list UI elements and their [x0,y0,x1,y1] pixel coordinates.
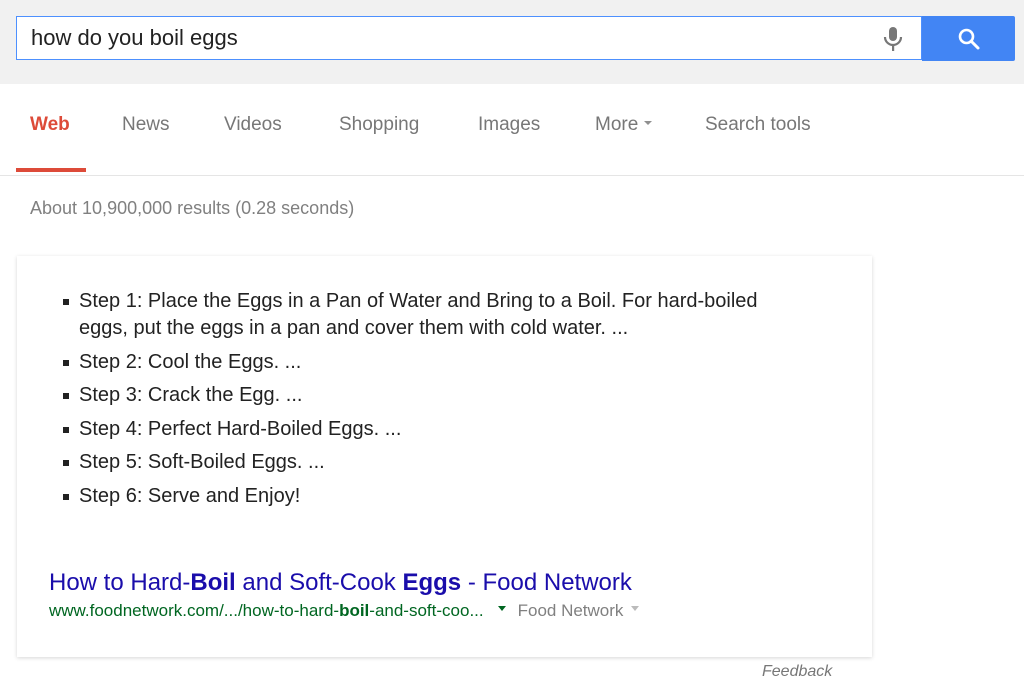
bullet-icon [63,426,69,433]
title-part: How to Hard- [49,569,191,596]
result-url: www.foodnetwork.com/.../how-to-hard-boil… [49,601,640,621]
url-part: www.foodnetwork.com/.../how-to-hard- [49,601,340,620]
chevron-down-icon [644,120,653,125]
bullet-icon [63,299,69,305]
magnifier-icon [958,28,980,50]
url-part-bold: boil [339,601,370,620]
source-options-caret-icon[interactable] [631,606,640,612]
bullet-icon [63,460,69,466]
list-item: Step 5: Soft-Boiled Eggs. ... [63,449,799,476]
list-item: Step 4: Perfect Hard-Boiled Eggs. ... [63,416,799,443]
tab-web[interactable]: Web [30,114,70,136]
tab-images[interactable]: Images [478,114,540,136]
title-part-bold: Boil [190,569,236,596]
feedback-link[interactable]: Feedback [762,663,832,681]
list-item: Step 1: Place the Eggs in a Pan of Water… [63,288,799,342]
title-part-bold: Eggs [402,569,462,596]
bullet-icon [63,359,69,366]
tab-news[interactable]: News [122,114,170,136]
microphone-icon[interactable] [881,26,905,52]
list-item: Step 2: Cool the Eggs. ... [63,349,799,376]
tab-videos[interactable]: Videos [224,114,282,136]
active-tab-indicator [16,168,86,172]
list-item: Step 3: Crack the Egg. ... [63,382,799,409]
bullet-icon [63,493,69,500]
url-part: -and-soft-coo... [369,601,484,620]
result-stats: About 10,900,000 results (0.28 seconds) [30,198,355,218]
tab-search-tools[interactable]: Search tools [705,114,811,136]
title-part: - Food Network [461,569,632,596]
steps-list: Step 1: Place the Eggs in a Pan of Water… [17,288,799,516]
source-name[interactable]: Food Network [518,601,624,620]
tab-more[interactable]: More [595,114,653,136]
bullet-icon [63,393,69,399]
search-tabs: Web News Videos Shopping Images More Sea… [0,84,1024,176]
tab-more-label: More [595,114,639,135]
tab-shopping[interactable]: Shopping [339,114,419,136]
url-options-caret-icon[interactable] [497,606,506,612]
result-title-link[interactable]: How to Hard-Boil and Soft-Cook Eggs - Fo… [49,569,632,597]
search-input[interactable] [31,17,871,59]
title-part: and Soft-Cook [235,569,403,596]
featured-snippet-card: Step 1: Place the Eggs in a Pan of Water… [17,256,872,657]
search-button[interactable] [922,16,1015,61]
search-header [0,0,1024,84]
list-item: Step 6: Serve and Enjoy! [63,483,799,510]
search-box [16,16,922,60]
